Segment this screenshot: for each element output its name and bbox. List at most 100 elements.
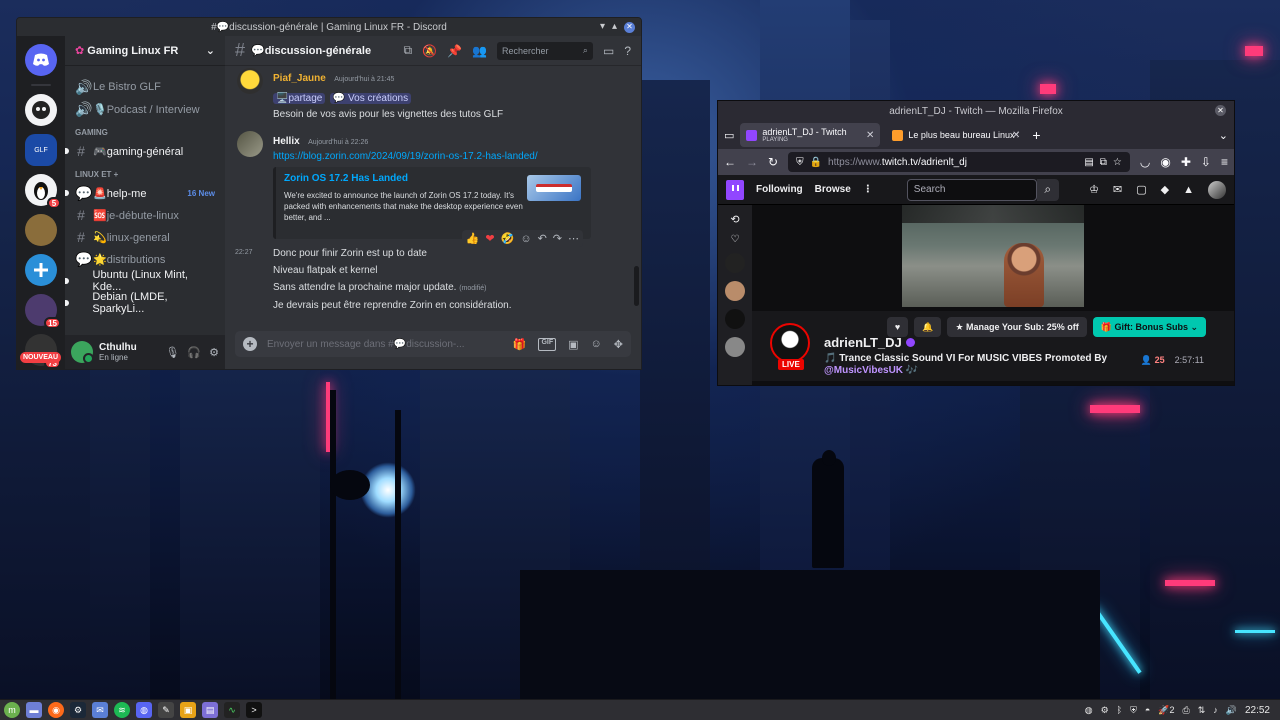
scrollbar[interactable] (634, 266, 639, 306)
update-icon[interactable]: ◓ (1145, 705, 1150, 715)
channel-item[interactable]: 💬 🌟distributions (69, 248, 221, 270)
tab-list-icon[interactable]: ▭ (724, 129, 734, 142)
notes-icon[interactable]: ▤ (202, 702, 218, 718)
followed-channel-avatar[interactable] (725, 281, 745, 301)
server-icon-character[interactable]: 15 (25, 294, 61, 329)
firefox-icon[interactable]: ◉ (48, 702, 64, 718)
reload-icon[interactable]: ↻ (768, 155, 778, 169)
video-player[interactable] (902, 205, 1084, 307)
close-tab-icon[interactable]: ✕ (866, 130, 874, 141)
account-icon[interactable]: ◉ (1160, 155, 1170, 169)
heart-reaction-icon[interactable]: ❤ (485, 232, 494, 245)
message-composer[interactable]: + Envoyer un message dans #💬discussion-.… (235, 331, 631, 357)
server-icon-penguin[interactable]: 5 (25, 174, 61, 209)
follow-heart-button[interactable]: ♥ (886, 317, 909, 337)
printer-icon[interactable]: ⎙ (1183, 705, 1190, 716)
pip-icon[interactable]: ⧉ (1100, 157, 1107, 168)
crown-icon[interactable]: ♔ (1089, 183, 1099, 196)
avatar[interactable] (237, 131, 263, 157)
message-author[interactable]: Piaf_Jaune (273, 73, 326, 84)
followed-channel-avatar[interactable] (725, 309, 745, 329)
notifications-button[interactable]: 🔔 (914, 317, 942, 337)
rocket-icon[interactable]: 🚀2 (1158, 705, 1174, 716)
shield-icon[interactable]: ⛨ (796, 157, 804, 168)
channel-item[interactable]: # 💫linux-general (69, 226, 221, 248)
channel-item[interactable]: 🔊 Le Bistro GLF (69, 76, 221, 98)
nav-browse[interactable]: Browse (815, 184, 851, 195)
notifications-icon[interactable]: ▲ (1183, 184, 1194, 196)
channel-item[interactable]: 💬 🚨help-me 16 New (65, 182, 221, 204)
manage-sub-button[interactable]: ★ Manage Your Sub: 25% off (947, 317, 1087, 337)
streamer-name[interactable]: adrienLT_DJ (824, 335, 915, 350)
channel-item[interactable]: # 🎮gaming-général (65, 140, 221, 162)
new-badge[interactable]: NOUVEAU (20, 352, 62, 363)
system-monitor-icon[interactable]: ∿ (224, 702, 240, 718)
channel-item[interactable]: Ubuntu (Linux Mint, Kde... (65, 269, 221, 293)
pin-icon[interactable]: 📌 (447, 44, 462, 58)
channel-item[interactable]: Debian (LMDE, SparkyLi... (65, 291, 221, 315)
followed-heart-icon[interactable]: ♡ (731, 234, 740, 245)
editor-icon[interactable]: ✎ (158, 702, 174, 718)
stream-title-mention[interactable]: @MusicVibesUK (824, 365, 903, 376)
close-icon[interactable]: ✕ (624, 21, 635, 33)
message-link[interactable]: https://blog.zorin.com/2024/09/19/zorin-… (273, 149, 631, 164)
gear-icon[interactable]: ⚙ (209, 346, 219, 359)
more-icon[interactable]: ⋯ (568, 232, 579, 245)
sticker-icon[interactable]: ▣ (568, 338, 578, 351)
emoji-icon[interactable]: ☺ (591, 338, 602, 351)
search-icon[interactable]: ⌕ (1036, 178, 1059, 201)
files-icon[interactable]: ▬ (26, 702, 42, 718)
music-icon[interactable]: ♪ (1213, 705, 1218, 715)
thumbs-up-reaction-icon[interactable]: 👍 (466, 232, 480, 245)
composer-placeholder[interactable]: Envoyer un message dans #💬discussion-... (267, 339, 503, 350)
clock[interactable]: 22:52 (1245, 705, 1270, 716)
discord-icon[interactable]: ◍ (136, 702, 152, 718)
streamer-avatar[interactable] (770, 323, 810, 363)
shield-icon[interactable]: ⛨ (1130, 705, 1137, 716)
gift-subs-button[interactable]: 🎁 Gift: Bonus Subs ⌄ (1092, 317, 1206, 337)
add-attachment-icon[interactable]: + (243, 337, 257, 351)
channel-item[interactable]: 🔊 🎙️Podcast / Interview (69, 98, 221, 120)
search-input[interactable]: Rechercher ⌕ (496, 41, 593, 60)
avatar[interactable] (71, 341, 94, 364)
minimize-icon[interactable]: ▾ (600, 20, 605, 34)
followed-channel-avatar[interactable] (725, 337, 745, 357)
more-icon[interactable]: ⋮ (863, 184, 873, 195)
bluetooth-icon[interactable]: ᛒ (1117, 705, 1122, 715)
followed-channel-avatar[interactable] (725, 253, 745, 273)
server-header[interactable]: ✿ Gaming Linux FR ⌄ (65, 36, 225, 66)
gif-button[interactable]: GIF (538, 337, 557, 351)
terminal-icon[interactable]: > (246, 702, 262, 718)
embed-thumbnail[interactable] (527, 175, 581, 201)
new-tab-icon[interactable]: + (1032, 127, 1040, 143)
notification-bell-icon[interactable]: 🔕 (422, 44, 437, 58)
collapse-icon[interactable]: ⟲ (730, 213, 739, 226)
add-reaction-icon[interactable]: ☺ (520, 233, 531, 245)
message-author[interactable]: Hellix (273, 136, 300, 147)
mint-menu-icon[interactable]: m (4, 702, 20, 718)
pocket-icon[interactable]: ◡ (1140, 155, 1150, 169)
avatar[interactable] (1208, 180, 1226, 199)
extensions-icon[interactable]: ✚ (1181, 155, 1191, 169)
chevron-down-icon[interactable]: ⌄ (1219, 129, 1228, 142)
network-icon[interactable]: ⇅ (1198, 705, 1206, 716)
url-bar[interactable]: ⛨ 🔒 https://www.twitch.tv/adrienlt_dj ▤ … (788, 152, 1130, 172)
category-linux[interactable]: LINUX ET + (69, 162, 221, 182)
channel-mention[interactable]: 🖥️partage (273, 93, 326, 104)
gift-icon[interactable]: 🎁 (513, 338, 527, 351)
whispers-icon[interactable]: ▢ (1136, 183, 1146, 196)
bookmark-star-icon[interactable]: ☆ (1113, 157, 1122, 168)
steam-icon[interactable]: ⚙ (70, 702, 86, 718)
discord-home-icon[interactable] (25, 44, 57, 76)
maximize-icon[interactable]: ▴ (612, 20, 617, 34)
lock-icon[interactable]: 🔒 (810, 157, 822, 168)
category-gaming[interactable]: GAMING (69, 120, 221, 140)
search-input[interactable]: Search (906, 178, 1037, 201)
microphone-icon[interactable]: 🎙 (165, 346, 179, 359)
help-icon[interactable]: ? (624, 44, 631, 58)
twitch-logo-icon[interactable] (726, 179, 744, 200)
tab-twitch[interactable]: adrienLT_DJ - Twitch PLAYING ✕ (740, 123, 881, 147)
chevron-down-icon[interactable]: ⌄ (206, 44, 215, 57)
server-icon-skull[interactable] (25, 94, 57, 126)
menu-icon[interactable]: ≡ (1221, 155, 1228, 169)
